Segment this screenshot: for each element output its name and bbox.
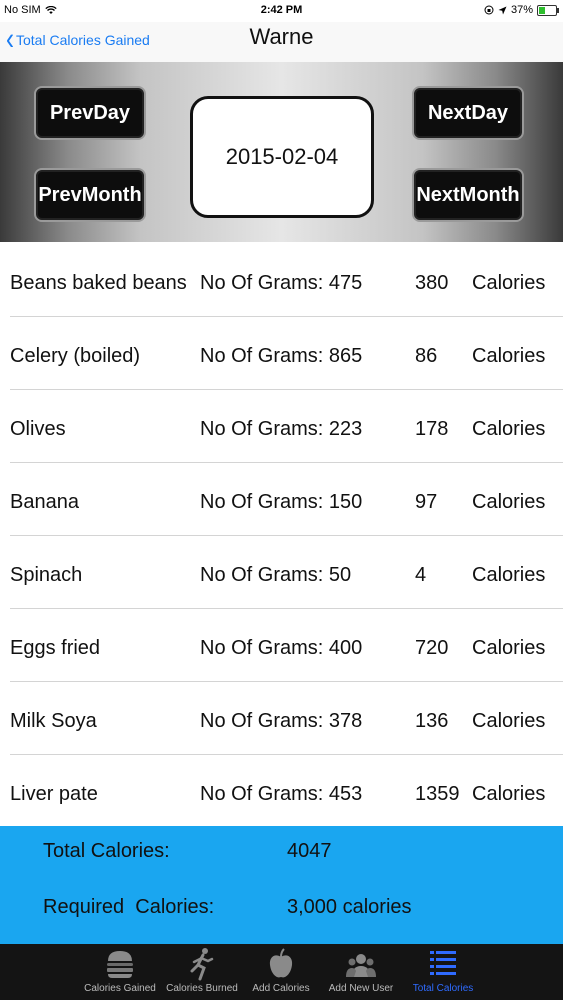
food-name: Spinach bbox=[10, 564, 83, 586]
total-calories-value: 4047 bbox=[287, 840, 332, 862]
page-title: Warne bbox=[249, 24, 314, 49]
list-item[interactable]: Milk Soya No Of Grams: 378 136 Calories bbox=[0, 682, 563, 755]
tab-calories-burned[interactable]: Calories Burned bbox=[161, 944, 243, 1000]
battery-icon bbox=[537, 4, 559, 16]
food-name: Milk Soya bbox=[10, 710, 97, 732]
current-date-display: 2015-02-04 bbox=[190, 96, 374, 218]
prev-day-button[interactable]: PrevDay bbox=[34, 86, 146, 140]
food-calories: 380 bbox=[415, 272, 449, 294]
food-grams: No Of Grams: 50 bbox=[200, 564, 352, 586]
navigation-bar: ‹ Total Calories Gained Warne bbox=[0, 22, 563, 62]
next-month-button[interactable]: NextMonth bbox=[412, 168, 524, 222]
location-icon bbox=[498, 6, 507, 14]
status-bar: No SIM 2:42 PM 37% bbox=[0, 0, 563, 22]
runner-icon bbox=[190, 948, 214, 981]
list-icon bbox=[430, 951, 456, 975]
totals-panel: Total Calories: 4047 Required Calories: … bbox=[0, 826, 563, 944]
status-right: 37% bbox=[484, 4, 559, 16]
orientation-lock-icon bbox=[484, 5, 494, 15]
apple-icon bbox=[269, 948, 293, 978]
tab-label: Add New User bbox=[328, 983, 394, 994]
tab-label: Calories Gained bbox=[84, 983, 156, 994]
total-calories-label: Total Calories: bbox=[43, 840, 170, 862]
food-name: Banana bbox=[10, 491, 79, 513]
food-grams: No Of Grams: 453 bbox=[200, 783, 363, 805]
tab-label: Calories Burned bbox=[166, 983, 238, 994]
food-grams: No Of Grams: 223 bbox=[200, 418, 363, 440]
list-item[interactable]: Liver pate No Of Grams: 453 1359 Calorie… bbox=[0, 755, 563, 828]
food-name: Olives bbox=[10, 418, 66, 440]
burger-icon bbox=[107, 951, 133, 978]
calories-unit: Calories bbox=[472, 272, 546, 294]
required-calories-label: Required Calories: bbox=[43, 896, 215, 918]
users-icon bbox=[346, 954, 376, 977]
prev-month-button[interactable]: PrevMonth bbox=[34, 168, 146, 222]
date-navigation-panel: PrevDay PrevMonth 2015-02-04 NextDay Nex… bbox=[0, 62, 563, 242]
battery-percent: 37% bbox=[510, 4, 533, 16]
food-grams: No Of Grams: 378 bbox=[200, 710, 363, 732]
food-grams: No Of Grams: 865 bbox=[200, 345, 363, 367]
tab-bar: Calories Gained Calories Burned Add Calo… bbox=[0, 944, 563, 1000]
status-time: 2:42 PM bbox=[260, 4, 303, 16]
food-calories: 720 bbox=[415, 637, 449, 659]
food-name: Celery (boiled) bbox=[10, 345, 141, 367]
tab-calories-gained[interactable]: Calories Gained bbox=[79, 944, 161, 1000]
food-calories: 136 bbox=[415, 710, 449, 732]
food-calories: 4 bbox=[415, 564, 427, 586]
calories-unit: Calories bbox=[472, 418, 546, 440]
calories-unit: Calories bbox=[472, 345, 546, 367]
next-day-button[interactable]: NextDay bbox=[412, 86, 524, 140]
food-calories: 178 bbox=[415, 418, 449, 440]
list-item[interactable]: Beans baked beans No Of Grams: 475 380 C… bbox=[0, 244, 563, 317]
tab-label: Total Calories bbox=[412, 983, 474, 994]
food-calories: 86 bbox=[415, 345, 438, 367]
tab-add-calories[interactable]: Add Calories bbox=[240, 944, 322, 1000]
tab-label: Add Calories bbox=[252, 983, 310, 994]
list-item[interactable]: Banana No Of Grams: 150 97 Calories bbox=[0, 463, 563, 536]
calories-unit: Calories bbox=[472, 564, 546, 586]
food-name: Eggs fried bbox=[10, 637, 101, 659]
food-calories: 97 bbox=[415, 491, 438, 513]
calories-unit: Calories bbox=[472, 783, 546, 805]
calories-unit: Calories bbox=[472, 491, 546, 513]
food-name: Beans baked beans bbox=[10, 272, 187, 294]
food-grams: No Of Grams: 475 bbox=[200, 272, 363, 294]
food-calories: 1359 bbox=[415, 783, 460, 805]
tab-total-calories[interactable]: Total Calories bbox=[402, 944, 484, 1000]
food-grams: No Of Grams: 400 bbox=[200, 637, 363, 659]
list-item[interactable]: Spinach No Of Grams: 50 4 Calories bbox=[0, 536, 563, 609]
food-grams: No Of Grams: 150 bbox=[200, 491, 363, 513]
list-item[interactable]: Celery (boiled) No Of Grams: 865 86 Calo… bbox=[0, 317, 563, 390]
food-list: Beans baked beans No Of Grams: 475 380 C… bbox=[0, 244, 563, 828]
list-item[interactable]: Eggs fried No Of Grams: 400 720 Calories bbox=[0, 609, 563, 682]
food-name: Liver pate bbox=[10, 783, 98, 805]
calories-unit: Calories bbox=[472, 637, 546, 659]
required-calories-value: 3,000 calories bbox=[287, 896, 412, 918]
calories-unit: Calories bbox=[472, 710, 546, 732]
tab-add-new-user[interactable]: Add New User bbox=[320, 944, 402, 1000]
list-item[interactable]: Olives No Of Grams: 223 178 Calories bbox=[0, 390, 563, 463]
